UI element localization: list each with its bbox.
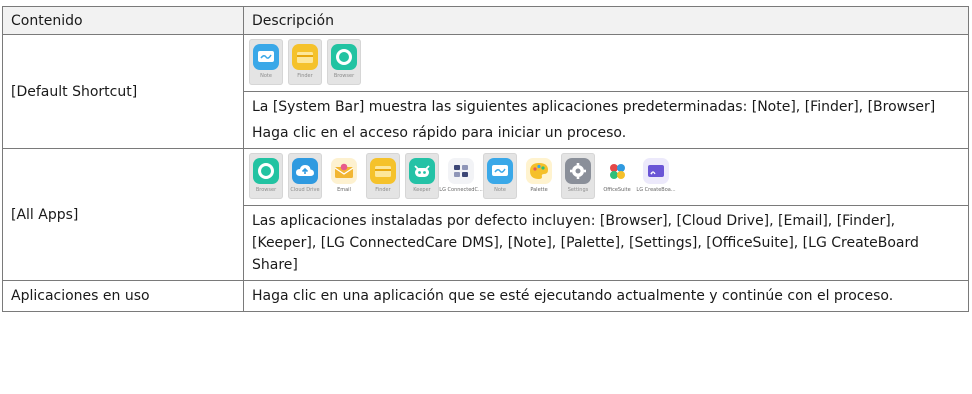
default-shortcut-icons: Note Finder Browser (244, 35, 968, 91)
app-tile-settings: Settings (561, 153, 595, 199)
app-label: Keeper (413, 187, 431, 193)
note-icon (253, 44, 279, 70)
all-apps-description: Las aplicaciones instaladas por defecto … (243, 205, 969, 281)
app-tile-officesuite: OfficeSuite (600, 153, 634, 199)
app-tile-lg-connectedcare: LG ConnectedC... (439, 153, 483, 199)
app-label: LG ConnectedC... (439, 187, 483, 193)
connectedcare-icon (448, 158, 474, 184)
header-descripcion: Descripción (243, 6, 969, 35)
app-tile-note: Note (249, 39, 283, 85)
cloud-drive-icon (292, 158, 318, 184)
app-tile-cloud-drive: Cloud Drive (288, 153, 322, 199)
app-tile-browser: Browser (327, 39, 361, 85)
app-tile-finder: Finder (288, 39, 322, 85)
app-label: Finder (297, 73, 313, 79)
app-label: Browser (333, 73, 355, 79)
app-tile-email: Email (327, 153, 361, 199)
app-label: Cloud Drive (290, 187, 320, 193)
all-apps-icons-cell: Browser Cloud Drive Email Finder Keeper … (243, 148, 969, 206)
content-table: Contenido Descripción [Default Shortcut]… (2, 6, 969, 312)
aplicaciones-en-uso-description: Haga clic en una aplicación que se esté … (243, 280, 969, 312)
settings-icon (565, 158, 591, 184)
note-icon (487, 158, 513, 184)
app-label: Note (494, 187, 506, 193)
finder-icon (292, 44, 318, 70)
table-header-row: Contenido Descripción (2, 6, 969, 35)
document-page: Contenido Descripción [Default Shortcut]… (0, 0, 972, 394)
app-tile-palette: Palette (522, 153, 556, 199)
table-row: [Default Shortcut] Note Finder Browser (2, 34, 969, 149)
header-contenido: Contenido (2, 6, 244, 35)
row-label-all-apps: [All Apps] (2, 148, 244, 281)
table-row: Aplicaciones en uso Haga clic en una apl… (2, 280, 969, 312)
all-apps-icons: Browser Cloud Drive Email Finder Keeper … (244, 149, 968, 205)
app-label: Palette (530, 187, 548, 193)
app-label: Note (260, 73, 272, 79)
app-label: LG CreateBoa... (636, 187, 676, 193)
row-label-default-shortcut: [Default Shortcut] (2, 34, 244, 149)
keeper-icon (409, 158, 435, 184)
officesuite-icon (604, 158, 630, 184)
app-label: Finder (375, 187, 391, 193)
app-label: Settings (567, 187, 589, 193)
app-label: Browser (255, 187, 277, 193)
paragraph: Las aplicaciones instaladas por defecto … (252, 213, 919, 273)
createboard-icon (643, 158, 669, 184)
app-tile-note: Note (483, 153, 517, 199)
finder-icon (370, 158, 396, 184)
default-shortcut-description: La [System Bar] muestra las siguientes a… (243, 91, 969, 149)
row-label-aplicaciones-en-uso: Aplicaciones en uso (2, 280, 244, 312)
app-tile-browser: Browser (249, 153, 283, 199)
app-tile-keeper: Keeper (405, 153, 439, 199)
default-shortcut-icons-cell: Note Finder Browser (243, 34, 969, 92)
app-tile-finder: Finder (366, 153, 400, 199)
palette-icon (526, 158, 552, 184)
app-label: OfficeSuite (603, 187, 631, 193)
paragraph: Haga clic en una aplicación que se esté … (252, 288, 894, 304)
paragraph: Haga clic en el acceso rápido para inici… (252, 125, 627, 141)
app-label: Email (337, 187, 351, 193)
browser-icon (253, 158, 279, 184)
app-tile-lg-createboard: LG CreateBoa... (636, 153, 676, 199)
email-icon (331, 158, 357, 184)
table-row: [All Apps] Browser Cloud Drive Email Fin… (2, 148, 969, 281)
browser-icon (331, 44, 357, 70)
paragraph: La [System Bar] muestra las siguientes a… (252, 99, 936, 115)
